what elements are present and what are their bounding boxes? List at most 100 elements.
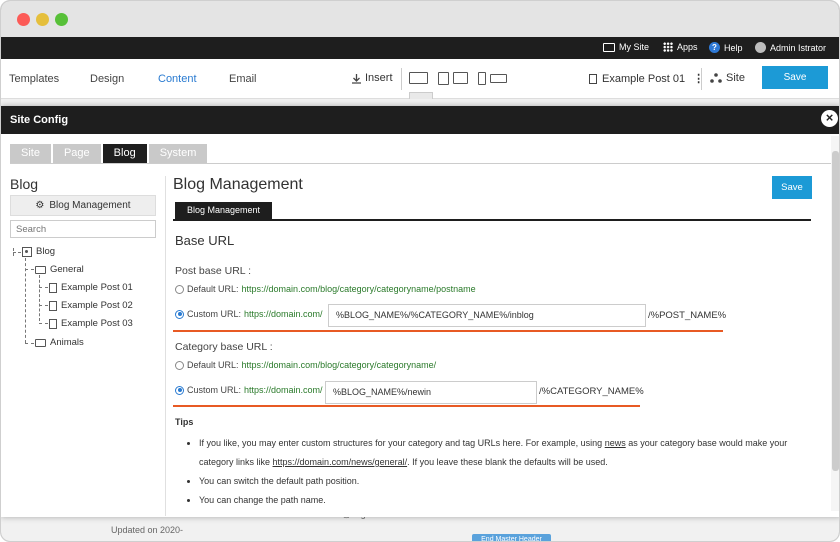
page-icon <box>49 282 57 293</box>
gear-icon: ⚙ <box>35 200 45 211</box>
tab-blog-management[interactable]: Blog Management <box>175 202 273 219</box>
post-default-url-radio[interactable]: Default URL: https://domain.com/blog/cat… <box>175 284 476 294</box>
default-url: https://domain.com/blog/category/categor… <box>241 284 476 294</box>
tree-node-post[interactable]: Example Post 03 <box>49 318 133 329</box>
site-button[interactable]: Site <box>710 72 745 84</box>
category-default-url-radio[interactable]: Default URL: https://domain.com/blog/cat… <box>175 360 436 370</box>
save-settings-button[interactable]: Save <box>772 176 812 199</box>
tree-node-general[interactable]: General <box>35 264 84 275</box>
nav-email[interactable]: Email <box>229 73 257 85</box>
tree-node-blog[interactable]: Blog <box>22 246 55 257</box>
modal-header: Site Config × <box>1 106 839 134</box>
nav-design[interactable]: Design <box>90 73 124 85</box>
blog-icon <box>22 246 32 257</box>
my-site-link[interactable]: My Site <box>603 42 649 52</box>
share-nodes-icon <box>710 73 722 83</box>
radio-label: Default URL: <box>187 284 239 294</box>
tab-site[interactable]: Site <box>10 144 51 163</box>
desktop-view-icon[interactable] <box>409 72 428 84</box>
highlight-underline <box>173 330 723 332</box>
radio-button[interactable] <box>175 360 184 370</box>
help-link[interactable]: ? Help <box>709 42 743 53</box>
post-selector[interactable]: Example Post 01 ⋮ <box>589 72 704 85</box>
document-icon <box>589 73 597 84</box>
tree-node-animals[interactable]: Animals <box>35 337 84 348</box>
help-icon: ? <box>709 42 720 53</box>
page-title: Blog Management <box>173 176 303 193</box>
radio-button[interactable] <box>175 284 184 294</box>
post-base-url-label: Post base URL : <box>175 265 252 277</box>
example-link[interactable]: https://domain.com/news/general/ <box>273 457 408 467</box>
avatar <box>755 42 766 53</box>
news-link[interactable]: news <box>605 438 626 448</box>
mobile-landscape-view-icon[interactable] <box>490 74 507 83</box>
tablet-landscape-view-icon[interactable] <box>453 72 468 84</box>
tree-label: General <box>50 264 84 275</box>
blog-sidebar: Blog ⚙ Blog Management Blog General <box>10 176 156 348</box>
browser-window: My Site Apps ? Help Admin Istrator Templ… <box>0 0 840 542</box>
window-titlebar <box>1 1 839 37</box>
close-icon[interactable]: × <box>821 110 838 127</box>
site-config-modal: Site Config × Site Page Blog System Blog… <box>1 106 839 517</box>
tree-node-post[interactable]: Example Post 02 <box>49 300 133 311</box>
category-url-suffix: /%CATEGORY_NAME% <box>539 386 644 397</box>
insert-button[interactable]: Insert <box>351 72 393 84</box>
divider <box>10 163 832 164</box>
tree-line <box>25 343 34 344</box>
close-window-button[interactable] <box>17 13 30 26</box>
tips-list: If you like, you may enter custom struct… <box>189 434 804 510</box>
divider <box>173 219 811 221</box>
top-admin-bar: My Site Apps ? Help Admin Istrator <box>1 37 839 59</box>
blog-management-button[interactable]: ⚙ Blog Management <box>10 195 156 216</box>
tree-label: Example Post 03 <box>61 318 133 329</box>
tree-line <box>39 305 48 306</box>
more-vertical-icon[interactable]: ⋮ <box>693 72 704 85</box>
post-custom-url-input[interactable]: %BLOG_NAME%/%CATEGORY_NAME%/inblog <box>328 304 646 327</box>
site-label: Site <box>726 72 745 84</box>
tree-label: Animals <box>50 337 84 348</box>
radio-button[interactable] <box>175 309 184 319</box>
divider <box>165 176 166 516</box>
sidebar-title: Blog <box>10 176 39 192</box>
maximize-window-button[interactable] <box>55 13 68 26</box>
custom-url-prefix: https://domain.com/ <box>244 385 323 395</box>
config-tabs: Site Page Blog System <box>10 144 208 163</box>
radio-button[interactable] <box>175 385 184 395</box>
apps-link[interactable]: Apps <box>663 42 698 52</box>
folder-icon <box>35 265 46 274</box>
mobile-view-icon[interactable] <box>478 72 486 85</box>
category-custom-url-input[interactable]: %BLOG_NAME%/newin <box>325 381 537 404</box>
page-icon <box>49 300 57 311</box>
grid-icon <box>663 42 673 52</box>
tree-node-post[interactable]: Example Post 01 <box>49 282 133 293</box>
tablet-view-icon[interactable] <box>438 72 449 85</box>
post-custom-url-radio[interactable]: Custom URL: https://domain.com/ <box>175 309 323 319</box>
radio-label: Custom URL: <box>187 309 242 319</box>
scrollbar-thumb[interactable] <box>832 151 839 471</box>
list-item: If you like, you may enter custom struct… <box>199 434 804 472</box>
help-label: Help <box>724 42 743 53</box>
folder-icon <box>35 338 46 347</box>
scrollbar[interactable] <box>831 136 839 511</box>
tree-label: Example Post 02 <box>61 300 133 311</box>
tree-label: Example Post 01 <box>61 282 133 293</box>
nav-templates[interactable]: Templates <box>9 73 59 85</box>
user-menu[interactable]: Admin Istrator <box>755 42 826 53</box>
list-item: You can change the path name. <box>199 491 804 510</box>
apps-label: Apps <box>677 42 698 52</box>
category-base-url-label: Category base URL : <box>175 341 273 353</box>
category-custom-url-radio[interactable]: Custom URL: https://domain.com/ <box>175 385 323 395</box>
tree-line <box>25 269 34 270</box>
minimize-window-button[interactable] <box>36 13 49 26</box>
tab-system[interactable]: System <box>148 144 208 163</box>
search-input[interactable] <box>10 220 156 238</box>
save-button[interactable]: Save <box>762 66 828 89</box>
my-site-label: My Site <box>619 42 650 52</box>
tab-blog[interactable]: Blog <box>102 144 147 163</box>
tree-line <box>13 252 21 253</box>
insert-label: Insert <box>365 72 393 84</box>
nav-content[interactable]: Content <box>158 73 197 85</box>
radio-label: Custom URL: <box>187 385 242 395</box>
bg-updated: Updated on 2020- <box>111 525 184 535</box>
tab-page[interactable]: Page <box>52 144 101 163</box>
